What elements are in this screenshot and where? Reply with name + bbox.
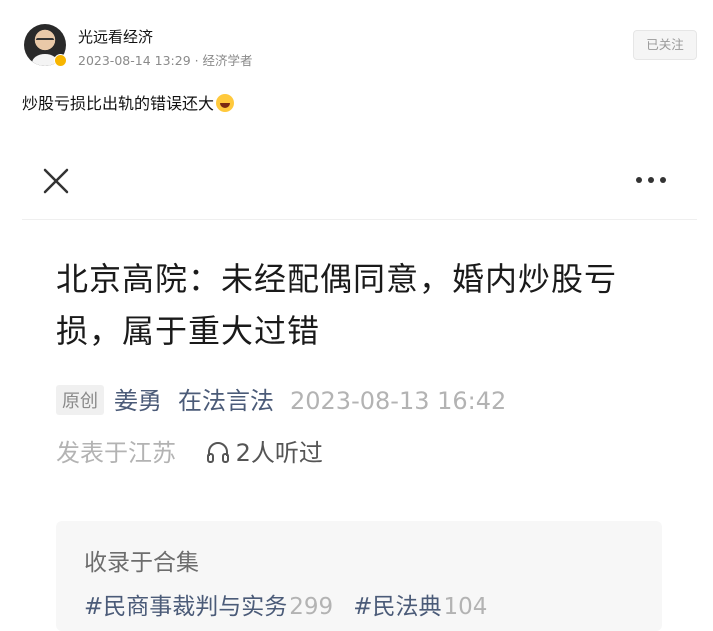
article-author[interactable]: 姜勇 — [114, 387, 162, 415]
collection-count: 299 — [289, 594, 334, 620]
collection-label: 收录于合集 — [84, 550, 199, 576]
article-byline: 原创 姜勇 在法言法 2023-08-13 16:42 — [56, 381, 507, 415]
more-icon[interactable] — [635, 175, 667, 185]
post-header: 光远看经济 2023-08-14 13:29 · 经济学者 已关注 — [24, 24, 697, 68]
post-text-content: 炒股亏损比出轨的错误还大 — [22, 94, 215, 113]
listen-info[interactable]: 2人听过 — [206, 439, 323, 467]
listen-count: 2人听过 — [235, 439, 323, 467]
account-name[interactable]: 在法言法 — [178, 387, 274, 415]
collection-tag[interactable]: #民商事裁判与实务 — [84, 594, 287, 620]
location-row: 发表于江苏 2人听过 — [56, 433, 323, 468]
collection-tags: #民商事裁判与实务299 #民法典104 — [84, 587, 507, 621]
article-card[interactable]: 北京高院：未经配偶同意，婚内炒股亏损，属于重大过错 原创 姜勇 在法言法 2023-0… — [22, 145, 697, 631]
verified-icon — [54, 54, 67, 67]
publish-location: 发表于江苏 — [56, 439, 176, 467]
article-topbar — [22, 145, 697, 220]
headphone-icon — [206, 442, 229, 463]
grin-emoji-icon — [216, 94, 235, 112]
original-tag: 原创 — [56, 385, 104, 415]
article-title: 北京高院：未经配偶同意，婚内炒股亏损，属于重大过错 — [56, 260, 618, 350]
avatar-glasses — [36, 38, 54, 45]
collection-box: 收录于合集 #民商事裁判与实务299 #民法典104 — [56, 521, 662, 631]
post-text: 炒股亏损比出轨的错误还大 — [22, 90, 235, 114]
collection-count: 104 — [443, 594, 488, 620]
collection-tag[interactable]: #民法典 — [353, 594, 441, 620]
article-date: 2023-08-13 16:42 — [290, 387, 507, 415]
close-icon[interactable] — [42, 167, 70, 195]
author-name[interactable]: 光远看经济 — [78, 26, 153, 47]
follow-button[interactable]: 已关注 — [633, 30, 697, 60]
post-meta: 2023-08-14 13:29 · 经济学者 — [78, 53, 253, 68]
